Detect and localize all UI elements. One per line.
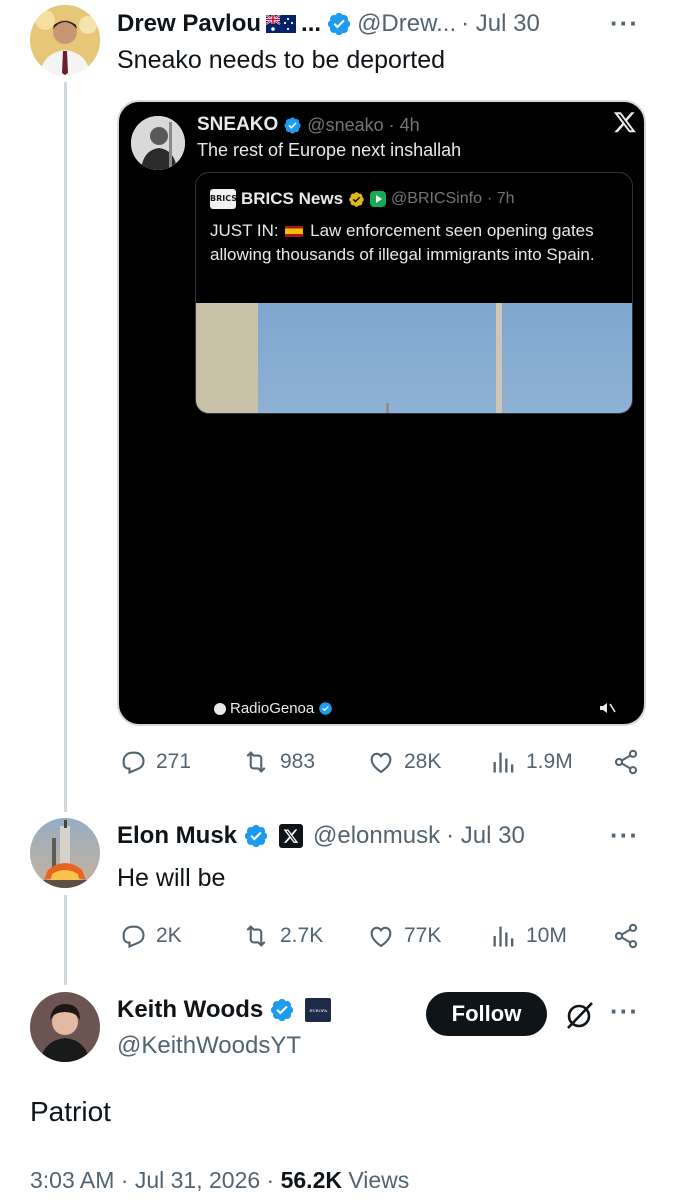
reply-count: 271: [156, 750, 192, 773]
thread-line: [64, 82, 67, 812]
repost-count: 983: [280, 750, 316, 773]
author-handle[interactable]: @Drew...: [357, 10, 456, 38]
author-name[interactable]: Elon Musk: [117, 822, 237, 850]
verified-badge-icon: [327, 12, 351, 36]
more-icon[interactable]: ···: [610, 996, 639, 1027]
reply-button[interactable]: 271: [118, 748, 191, 776]
verified-badge-icon: [284, 116, 301, 134]
reply-icon: [122, 925, 145, 949]
quote-prefix: JUST IN:: [210, 221, 279, 240]
x-affiliate-badge-icon: [279, 824, 304, 848]
profile-icon: [214, 702, 226, 715]
views-count: 56.2K: [280, 1167, 342, 1193]
views-button[interactable]: 1.9M: [490, 748, 573, 776]
embed-tweet-text: The rest of Europe next inshallah: [197, 140, 462, 160]
repost-icon: [246, 751, 266, 773]
views-icon: [493, 926, 514, 947]
quote-author-handle: @BRICSinfo: [391, 190, 482, 207]
europa-badge: EUROPA: [305, 998, 332, 1022]
verified-badge-icon: [244, 824, 268, 848]
repost-button[interactable]: 983: [240, 748, 315, 776]
play-badge-icon: [370, 191, 387, 207]
avatar[interactable]: [30, 818, 100, 888]
more-icon[interactable]: ···: [610, 8, 639, 39]
sneako-avatar: [131, 116, 185, 170]
tweet-timestamp[interactable]: 3:03 AM · Jul 31, 2026 ·: [30, 1167, 274, 1193]
like-icon: [370, 926, 392, 948]
brics-logo: BRICS: [210, 189, 237, 209]
tweet-text: Patriot: [30, 1096, 111, 1127]
tweet-date[interactable]: · Jul 30: [461, 10, 540, 38]
avatar[interactable]: [30, 5, 100, 75]
x-logo-icon: [613, 110, 637, 139]
views-label: Views: [348, 1167, 410, 1193]
like-count: 28K: [404, 750, 442, 773]
views-icon: [493, 752, 514, 773]
quote-author-name: BRICS News: [241, 189, 344, 208]
tweet-date[interactable]: · Jul 30: [446, 822, 525, 850]
more-icon[interactable]: ···: [610, 820, 639, 851]
views-count: 1.9M: [526, 750, 573, 773]
quote-time: · 7h: [486, 190, 515, 207]
follow-button[interactable]: Follow: [426, 992, 547, 1036]
quoted-tweet: BRICS BRICS News @BRICSinfo · 7h JUST IN…: [195, 172, 633, 414]
author-handle[interactable]: @elonmusk: [313, 822, 440, 850]
video-thumbnail[interactable]: [196, 303, 632, 413]
author-name[interactable]: Drew Pavlou: [117, 10, 261, 38]
author-handle[interactable]: @KeithWoodsYT: [117, 1032, 301, 1060]
verified-badge-icon: [271, 998, 294, 1022]
mute-icon[interactable]: [595, 698, 619, 718]
repost-icon: [246, 925, 266, 947]
spain-flag-icon: [285, 226, 304, 238]
like-button[interactable]: 28K: [366, 748, 441, 776]
gold-verified-badge-icon: [349, 191, 364, 207]
reply-count: 2K: [156, 924, 182, 947]
embed-time: · 4h: [388, 114, 420, 135]
repost-count: 2.7K: [280, 924, 324, 947]
like-icon: [370, 752, 392, 774]
australia-flag-icon: [266, 15, 297, 33]
grok-icon[interactable]: [564, 1000, 596, 1035]
thread-line: [64, 895, 67, 985]
reply-icon: [122, 751, 145, 775]
share-icon[interactable]: [612, 922, 640, 955]
name-ellipsis: ...: [301, 10, 322, 37]
tweet-text: Sneako needs to be deported: [117, 46, 446, 74]
embedded-tweet-image[interactable]: SNEAKO @sneako · 4h The rest of Europe n…: [117, 100, 646, 726]
embed-author-handle: @sneako: [307, 114, 384, 135]
views-count: 10M: [526, 924, 567, 947]
like-button[interactable]: 77K: [366, 922, 441, 950]
embed-author-name: SNEAKO: [197, 114, 279, 135]
share-icon[interactable]: [612, 748, 640, 781]
avatar[interactable]: [30, 992, 100, 1062]
like-count: 77K: [404, 924, 442, 947]
video-credit: RadioGenoa: [207, 698, 341, 719]
reply-button[interactable]: 2K: [118, 922, 182, 950]
views-button[interactable]: 10M: [490, 922, 567, 950]
verified-badge-icon: [319, 702, 332, 715]
repost-button[interactable]: 2.7K: [240, 922, 323, 950]
author-name[interactable]: Keith Woods: [117, 996, 263, 1024]
tweet-text: He will be: [117, 864, 226, 892]
